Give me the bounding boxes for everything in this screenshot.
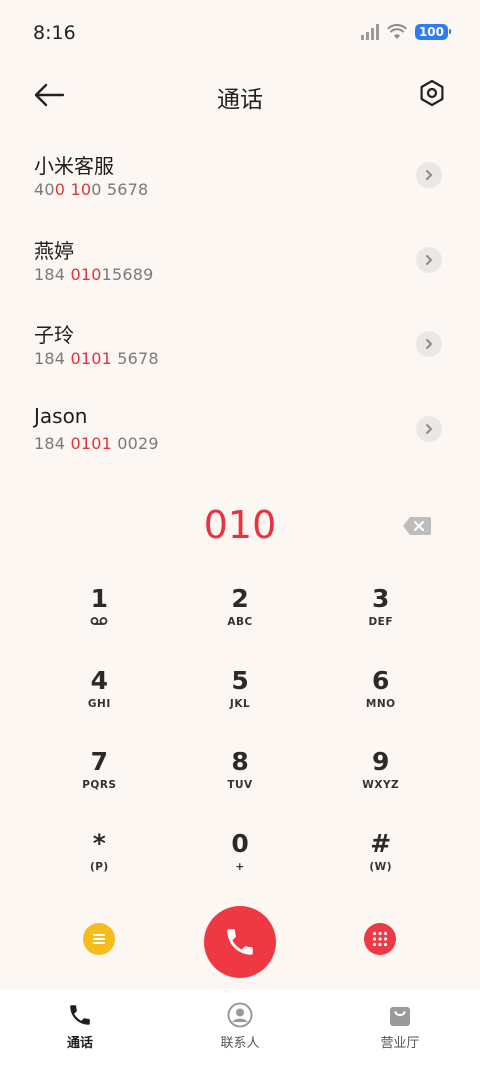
- contact-row[interactable]: 子玲 184 0101 5678: [0, 309, 480, 394]
- contact-number: 184 01015689: [34, 264, 154, 284]
- status-icons: 100: [360, 24, 452, 40]
- wifi-icon: [387, 24, 407, 39]
- contact-detail-button[interactable]: [416, 246, 442, 273]
- contact-number: 184 0101 5678: [34, 349, 159, 368]
- key-star[interactable]: * (P): [29, 825, 170, 907]
- contact-detail-button[interactable]: [416, 162, 442, 188]
- chevron-right-icon: [426, 254, 432, 265]
- nav-shop[interactable]: 营业厅: [320, 989, 480, 1067]
- nav-contacts[interactable]: 联系人: [160, 989, 320, 1067]
- menu-button[interactable]: [83, 923, 115, 955]
- menu-lines-icon: [93, 934, 105, 944]
- nav-label: 通话: [66, 1036, 93, 1051]
- contact-number: 400 100 5678: [34, 180, 149, 199]
- contact-name: 子玲: [34, 323, 74, 347]
- contact-icon: [227, 1002, 253, 1028]
- contact-list: 小米客服 400 100 5678 燕婷 184 01015689 子玲 184…: [0, 140, 480, 478]
- backspace-icon: [403, 517, 431, 535]
- battery-indicator: 100: [414, 24, 452, 40]
- key-4[interactable]: 4 GHI: [29, 662, 170, 744]
- contact-row[interactable]: 小米客服 400 100 5678: [0, 140, 480, 225]
- shop-bag-icon: [390, 1007, 410, 1026]
- settings-button[interactable]: [417, 78, 447, 108]
- keypad: 1 2 ABC 3 DEF 4 GHI 5 JKL 6 MNO 7 PQRS 8…: [29, 580, 451, 906]
- action-row: [0, 905, 480, 978]
- page-title: 通话: [217, 87, 263, 113]
- contact-detail-button[interactable]: [416, 415, 442, 442]
- contact-name: 燕婷: [34, 238, 74, 263]
- signal-icon: [360, 24, 379, 40]
- dial-display: 010: [0, 503, 480, 553]
- dialpad-icon: [372, 931, 388, 947]
- key-7[interactable]: 7 PQRS: [29, 743, 170, 825]
- phone-icon: [227, 929, 253, 955]
- key-hash[interactable]: # (W): [310, 825, 451, 907]
- key-9[interactable]: 9 WXYZ: [310, 743, 451, 825]
- key-6[interactable]: 6 MNO: [310, 662, 451, 744]
- keypad-toggle-button[interactable]: [364, 923, 396, 955]
- header: 通话: [0, 70, 480, 120]
- contact-number: 184 0101 0029: [34, 433, 159, 453]
- contact-name: Jason: [34, 403, 88, 428]
- nav-calls[interactable]: 通话: [0, 989, 160, 1067]
- contact-row[interactable]: 燕婷 184 01015689: [0, 225, 480, 310]
- settings-hexagon-icon: [420, 79, 444, 107]
- call-button[interactable]: [204, 906, 276, 978]
- contact-detail-button[interactable]: [416, 331, 442, 357]
- key-0[interactable]: 0 +: [170, 825, 311, 907]
- backspace-button[interactable]: [402, 515, 432, 537]
- voicemail-icon: [90, 617, 108, 625]
- nav-label: 联系人: [220, 1036, 260, 1051]
- chevron-right-icon: [426, 339, 432, 349]
- key-5[interactable]: 5 JKL: [170, 662, 311, 744]
- key-8[interactable]: 8 TUV: [170, 743, 311, 825]
- phone-icon: [70, 1005, 90, 1025]
- status-bar: 8:16 100: [0, 0, 480, 68]
- contact-name: 小米客服: [34, 154, 114, 178]
- key-3[interactable]: 3 DEF: [310, 580, 451, 662]
- key-2[interactable]: 2 ABC: [170, 580, 311, 662]
- chevron-right-icon: [426, 423, 432, 434]
- status-time: 8:16: [33, 22, 76, 44]
- contact-row[interactable]: Jason 184 0101 0029: [0, 394, 480, 479]
- bottom-nav: 通话 联系人 营业厅: [0, 989, 480, 1067]
- key-1[interactable]: 1: [29, 580, 170, 662]
- nav-label: 营业厅: [380, 1036, 420, 1051]
- chevron-right-icon: [426, 170, 432, 180]
